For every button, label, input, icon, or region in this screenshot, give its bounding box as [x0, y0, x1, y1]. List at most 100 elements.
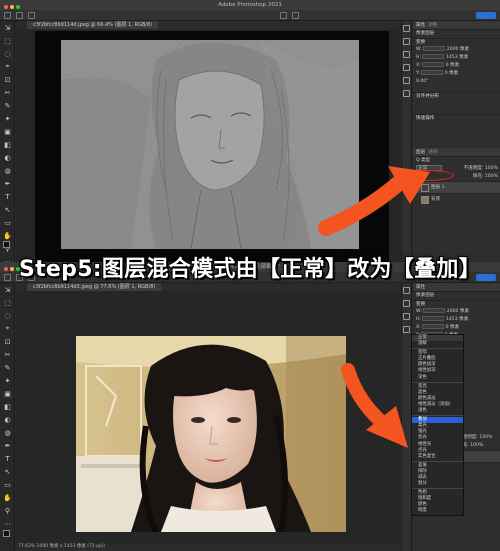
tool-button[interactable]: ⬚ — [0, 296, 15, 309]
tool-button[interactable]: T — [0, 452, 15, 465]
tool-button[interactable]: ✦ — [0, 112, 15, 125]
brush-settings-icon[interactable] — [403, 300, 410, 307]
tool-button[interactable]: ↖ — [0, 203, 15, 216]
blend-mode-option[interactable]: 溶解 — [412, 341, 463, 347]
embossed-portrait — [61, 40, 359, 249]
tool-button[interactable]: ✋ — [0, 491, 15, 504]
tool-button[interactable]: ▭ — [0, 216, 15, 229]
x-field[interactable] — [422, 62, 445, 67]
tool-button[interactable]: ✂ — [0, 86, 15, 99]
x-field[interactable] — [422, 324, 445, 329]
portrait-photo[interactable] — [76, 336, 346, 532]
width-field[interactable] — [423, 308, 446, 313]
character-icon[interactable] — [403, 51, 410, 58]
transform-section[interactable]: 变换 — [413, 38, 500, 46]
menu-divider — [412, 381, 463, 383]
pixel-layer-label: 像素图层 — [416, 293, 435, 298]
pixel-layer-label: 像素图层 — [416, 31, 435, 36]
align-icon[interactable] — [280, 12, 287, 19]
options-bar — [0, 10, 500, 21]
history-icon[interactable] — [403, 25, 410, 32]
tab-properties[interactable]: 属性 调整 — [413, 21, 500, 30]
menu-divider — [412, 460, 463, 462]
arrow-icon — [341, 363, 408, 448]
tool-button[interactable]: ▭ — [0, 478, 15, 491]
height-row: H: 1453 像素 — [416, 54, 469, 60]
app-title: Adobe Photoshop 2021 — [218, 2, 282, 8]
zoom-dot-icon[interactable] — [16, 5, 20, 9]
tool-button[interactable]: ↖ — [0, 465, 15, 478]
move-tool-icon[interactable] — [16, 12, 23, 19]
blend-mode-option[interactable]: 明度 — [412, 508, 463, 514]
paragraph-icon[interactable] — [403, 64, 410, 71]
tool-button[interactable]: ◧ — [0, 138, 15, 151]
paragraph-icon[interactable] — [403, 326, 410, 333]
angle-field[interactable]: 0.00° — [413, 78, 500, 86]
height-field[interactable] — [422, 316, 445, 321]
swatches-icon[interactable] — [403, 90, 410, 97]
height-field[interactable] — [422, 54, 445, 59]
info-icon[interactable] — [403, 77, 410, 84]
tool-button[interactable]: ⌖ — [0, 60, 15, 73]
tool-button[interactable]: ✎ — [0, 99, 15, 112]
tool-button[interactable]: ⋯ — [0, 517, 15, 530]
portrait-image — [76, 336, 346, 532]
auto-select-icon[interactable] — [28, 12, 35, 19]
y-field[interactable] — [421, 70, 444, 75]
arrow-icon — [318, 166, 430, 236]
share-button[interactable] — [476, 12, 496, 19]
align-section[interactable]: 对齐并分布 — [413, 92, 500, 100]
tool-button[interactable]: ⬚ — [0, 34, 15, 47]
fill-value[interactable]: 100% — [470, 443, 483, 448]
width-row: W: 2000 像素 — [416, 46, 470, 52]
layers-tabs[interactable]: 图层 通道 — [413, 148, 500, 157]
tool-button[interactable]: ✎ — [0, 361, 15, 374]
blend-mode-option[interactable]: 浅色 — [412, 408, 463, 414]
tool-button[interactable]: ✒ — [0, 439, 15, 452]
tool-button[interactable]: ⊡ — [0, 73, 15, 86]
tool-button[interactable]: ✂ — [0, 348, 15, 361]
tool-button[interactable]: ◌ — [0, 309, 15, 322]
close-dot-icon[interactable] — [4, 5, 8, 9]
home-icon[interactable] — [4, 12, 11, 19]
minimize-dot-icon[interactable] — [10, 5, 14, 9]
tool-button[interactable]: T — [0, 190, 15, 203]
distribute-icon[interactable] — [292, 12, 299, 19]
tool-button[interactable]: ✦ — [0, 374, 15, 387]
status-bar: 77.63% 2000 像素 x 1453 像素 (72 ppi) — [15, 543, 105, 551]
foreground-color-swatch[interactable] — [3, 241, 10, 248]
tool-button[interactable]: ◧ — [0, 400, 15, 413]
character-icon[interactable] — [403, 313, 410, 320]
opacity-value[interactable]: 100% — [479, 435, 492, 440]
quick-actions-section[interactable]: 快速操作 — [413, 114, 500, 122]
history-icon[interactable] — [403, 287, 410, 294]
opacity-value[interactable]: 100% — [485, 166, 498, 171]
title-bar: Adobe Photoshop 2021 — [0, 0, 500, 10]
foreground-color-swatch[interactable] — [3, 530, 10, 537]
tool-button[interactable]: ✒ — [0, 177, 15, 190]
height-row: H: 1453 像素 — [416, 316, 469, 322]
blend-mode-option[interactable]: 划分 — [412, 481, 463, 487]
tool-button[interactable]: ▣ — [0, 125, 15, 138]
tool-button[interactable]: ⚲ — [0, 504, 15, 517]
document-tab[interactable]: c3f2bfcc8b9114d.jpeg @ 66.4% (图层 1, RGB/… — [27, 21, 159, 29]
width-row: W: 2000 像素 — [416, 308, 470, 314]
tool-button[interactable]: ◌ — [0, 47, 15, 60]
transform-section[interactable]: 变换 — [413, 300, 500, 308]
brush-settings-icon[interactable] — [403, 38, 410, 45]
tool-button[interactable]: ◍ — [0, 164, 15, 177]
tool-button[interactable]: ◐ — [0, 151, 15, 164]
width-field[interactable] — [423, 46, 446, 51]
tool-button[interactable]: ⇲ — [0, 21, 15, 34]
tool-button[interactable]: ▣ — [0, 387, 15, 400]
tool-button[interactable]: ◍ — [0, 426, 15, 439]
tool-button[interactable]: ⌖ — [0, 322, 15, 335]
blend-mode-option[interactable]: 实色混合 — [412, 454, 463, 460]
embossed-image — [61, 40, 359, 249]
y-row: Y: 0 像素 — [416, 70, 459, 76]
blend-mode-option[interactable]: 深色 — [412, 375, 463, 381]
tool-button[interactable]: ◐ — [0, 413, 15, 426]
tool-button[interactable]: ⊡ — [0, 335, 15, 348]
menu-divider — [412, 488, 463, 490]
fill-value[interactable]: 100% — [485, 174, 498, 179]
